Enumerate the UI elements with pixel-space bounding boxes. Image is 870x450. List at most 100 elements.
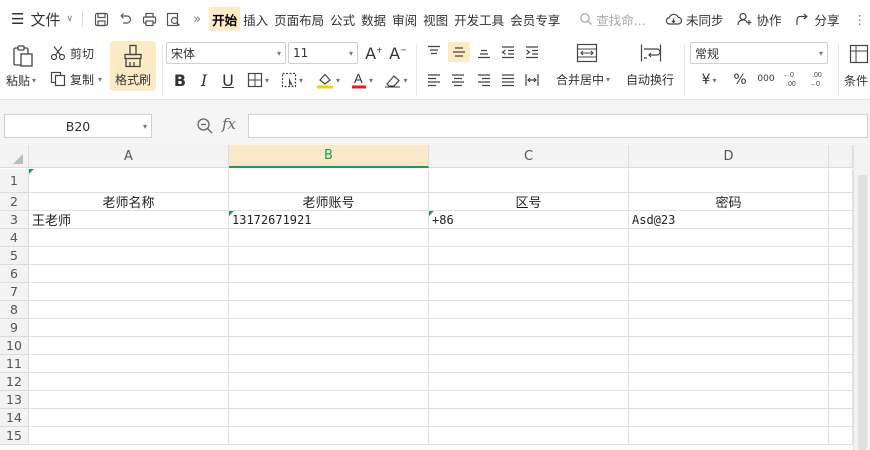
- align-bottom-button[interactable]: [474, 42, 494, 62]
- cell-b9[interactable]: [229, 319, 429, 337]
- cell-a13[interactable]: [29, 391, 229, 409]
- wrap-text-button[interactable]: 自动换行: [626, 70, 674, 88]
- currency-button[interactable]: ¥ ▾: [696, 70, 722, 90]
- select-all-corner[interactable]: [0, 145, 29, 168]
- thousands-separator-button[interactable]: 000: [754, 68, 778, 90]
- wrap-text-icon-button[interactable]: [638, 42, 664, 64]
- merge-center-button[interactable]: 合并居中 ▾: [556, 70, 610, 88]
- row-header-8[interactable]: 8: [0, 301, 29, 319]
- command-search[interactable]: 查找命...: [579, 10, 646, 29]
- row-header-6[interactable]: 6: [0, 265, 29, 283]
- row-header-14[interactable]: 14: [0, 409, 29, 427]
- cell-a11[interactable]: [29, 355, 229, 373]
- row-header-1[interactable]: 1: [0, 169, 29, 193]
- cell-b13[interactable]: [229, 391, 429, 409]
- column-header-b[interactable]: B: [229, 145, 429, 168]
- font-size-select[interactable]: 11 ▾: [288, 42, 358, 64]
- cell-d13[interactable]: [629, 391, 829, 409]
- cell-c11[interactable]: [429, 355, 629, 373]
- cell-c12[interactable]: [429, 373, 629, 391]
- cell-e3[interactable]: [829, 211, 853, 229]
- paste-button[interactable]: [10, 43, 36, 69]
- row-header-9[interactable]: 9: [0, 319, 29, 337]
- fill-color-button[interactable]: ▾: [312, 70, 344, 90]
- tab-page-layout[interactable]: 页面布局: [271, 7, 327, 31]
- vertical-scrollbar[interactable]: [853, 145, 870, 450]
- cell-d14[interactable]: [629, 409, 829, 427]
- tab-insert[interactable]: 插入: [240, 7, 271, 31]
- cell-b2[interactable]: 老师账号: [229, 193, 429, 211]
- column-header-d[interactable]: D: [629, 145, 829, 168]
- cell-c3[interactable]: +86: [429, 211, 629, 229]
- increase-font-button[interactable]: A+: [364, 43, 384, 63]
- tab-member[interactable]: 会员专享: [507, 7, 563, 31]
- cell-a10[interactable]: [29, 337, 229, 355]
- increase-indent-button[interactable]: [522, 42, 542, 62]
- save-button[interactable]: [89, 7, 113, 31]
- row-header-11[interactable]: 11: [0, 355, 29, 373]
- cell-d8[interactable]: [629, 301, 829, 319]
- tab-formulas[interactable]: 公式: [327, 7, 358, 31]
- cell-b8[interactable]: [229, 301, 429, 319]
- undo-redo-button[interactable]: [113, 7, 137, 31]
- zoom-formula-button[interactable]: [196, 117, 214, 138]
- bold-button[interactable]: B: [170, 70, 190, 90]
- cell-a9[interactable]: [29, 319, 229, 337]
- align-center-button[interactable]: [448, 70, 468, 90]
- cell-c5[interactable]: [429, 247, 629, 265]
- cell-d15[interactable]: [629, 427, 829, 445]
- cell-c13[interactable]: [429, 391, 629, 409]
- cell-b5[interactable]: [229, 247, 429, 265]
- row-header-2[interactable]: 2: [0, 193, 29, 211]
- cell-b1[interactable]: [229, 169, 429, 193]
- cell-a6[interactable]: [29, 265, 229, 283]
- cell-e7[interactable]: [829, 283, 853, 301]
- cell-c7[interactable]: [429, 283, 629, 301]
- row-header-12[interactable]: 12: [0, 373, 29, 391]
- cell-e8[interactable]: [829, 301, 853, 319]
- cell-d10[interactable]: [629, 337, 829, 355]
- cell-e9[interactable]: [829, 319, 853, 337]
- underline-button[interactable]: U: [218, 70, 238, 90]
- font-color-button[interactable]: A ▾: [346, 70, 378, 90]
- cell-b10[interactable]: [229, 337, 429, 355]
- row-header-10[interactable]: 10: [0, 337, 29, 355]
- cell-e14[interactable]: [829, 409, 853, 427]
- cell-b3[interactable]: 13172671921: [229, 211, 429, 229]
- scrollbar-thumb[interactable]: [858, 175, 867, 450]
- cell-e2[interactable]: [829, 193, 853, 211]
- increase-decimal-button[interactable]: ←0.00: [780, 68, 804, 90]
- cell-b6[interactable]: [229, 265, 429, 283]
- more-chevron-icon[interactable]: »: [185, 7, 209, 31]
- cell-a7[interactable]: [29, 283, 229, 301]
- paste-label-button[interactable]: 粘贴 ▾: [6, 72, 36, 88]
- cell-e10[interactable]: [829, 337, 853, 355]
- percent-button[interactable]: %: [730, 70, 750, 90]
- cell-a14[interactable]: [29, 409, 229, 427]
- cell-b12[interactable]: [229, 373, 429, 391]
- decrease-indent-button[interactable]: [498, 42, 518, 62]
- align-right-button[interactable]: [474, 70, 494, 90]
- align-middle-button[interactable]: [448, 42, 470, 62]
- cell-c1[interactable]: [429, 169, 629, 193]
- cell-e4[interactable]: [829, 229, 853, 247]
- cell-c6[interactable]: [429, 265, 629, 283]
- cell-c8[interactable]: [429, 301, 629, 319]
- cell-a8[interactable]: [29, 301, 229, 319]
- column-header-e[interactable]: [829, 145, 853, 168]
- cell-a2[interactable]: 老师名称: [29, 193, 229, 211]
- column-header-a[interactable]: A: [29, 145, 229, 168]
- cell-b7[interactable]: [229, 283, 429, 301]
- cell-d1[interactable]: [629, 169, 829, 193]
- print-preview-button[interactable]: [161, 7, 185, 31]
- copy-button[interactable]: 复制 ▾: [50, 70, 102, 88]
- cell-a12[interactable]: [29, 373, 229, 391]
- tab-data[interactable]: 数据: [358, 7, 389, 31]
- cell-a4[interactable]: [29, 229, 229, 247]
- cell-d12[interactable]: [629, 373, 829, 391]
- cell-b4[interactable]: [229, 229, 429, 247]
- decrease-decimal-button[interactable]: .00 →0: [806, 68, 830, 90]
- align-left-button[interactable]: [424, 70, 444, 90]
- row-header-13[interactable]: 13: [0, 391, 29, 409]
- decrease-font-button[interactable]: A−: [388, 43, 408, 63]
